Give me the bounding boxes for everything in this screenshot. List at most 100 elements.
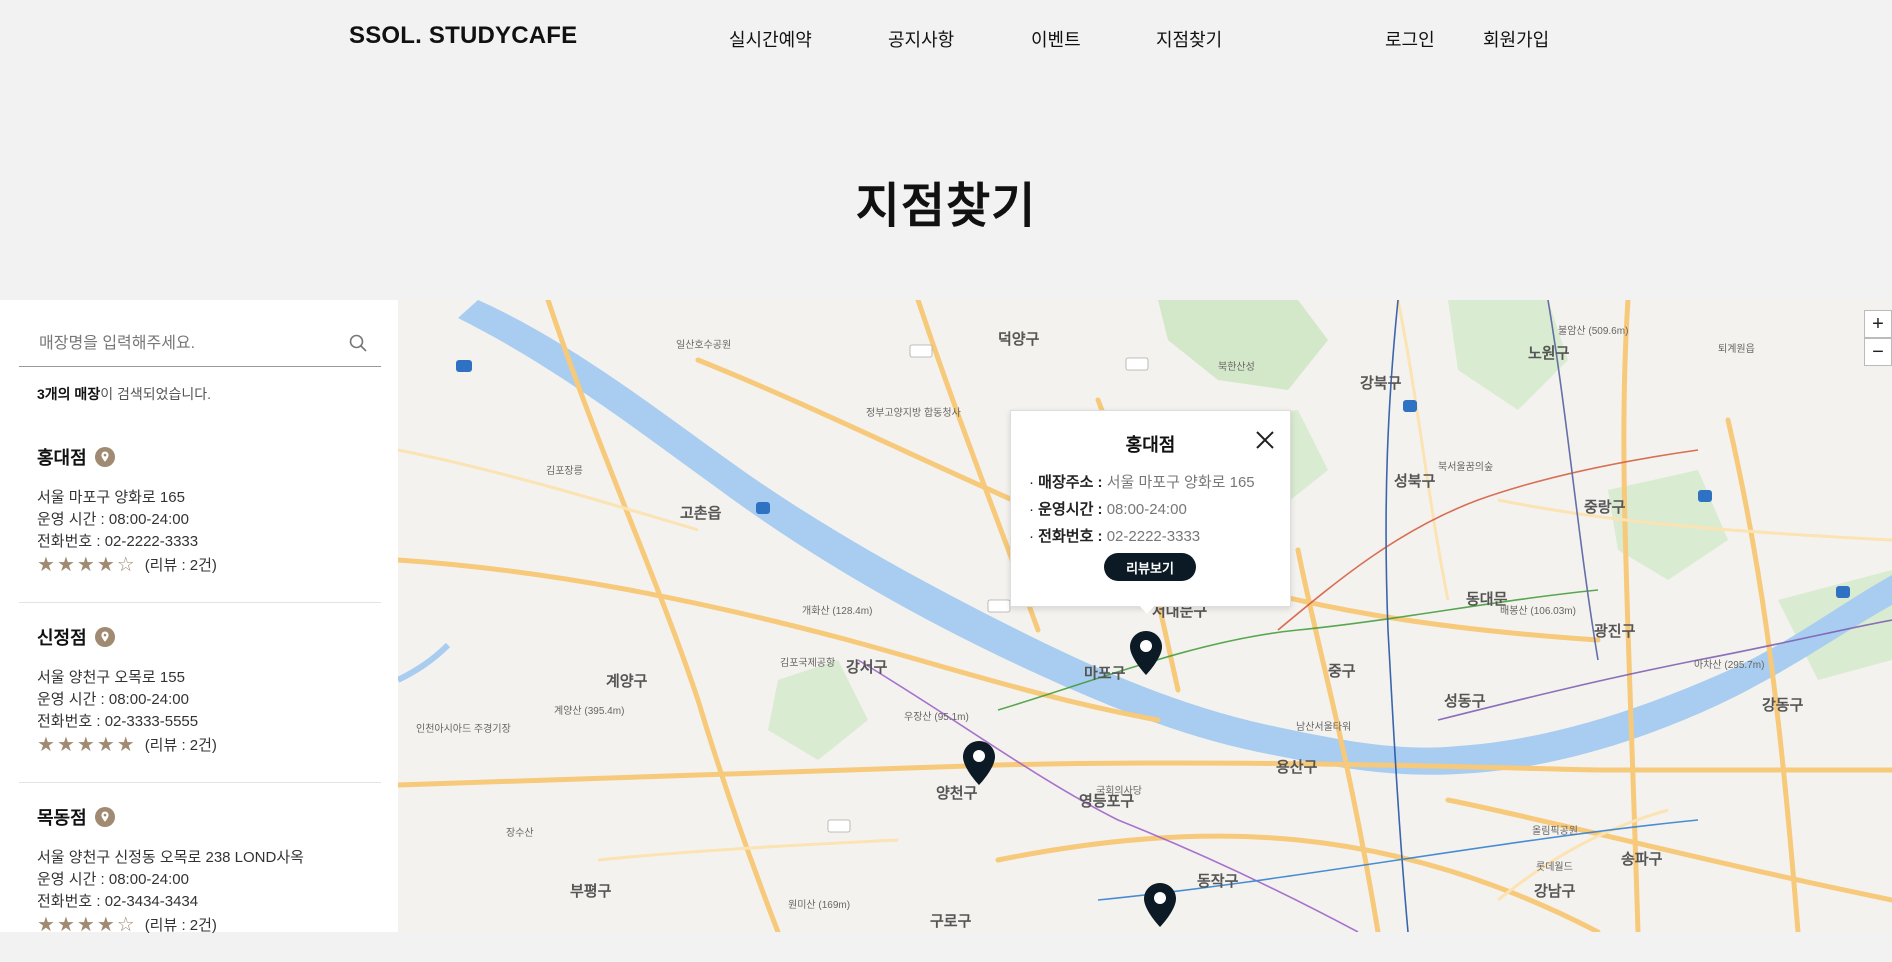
star-filled-icon: ★ [56, 733, 75, 756]
map-place-label: 올림픽공원 [1532, 826, 1578, 837]
store-name[interactable]: 홍대점 [37, 444, 87, 470]
star-filled-icon: ★ [116, 733, 135, 756]
star-filled-icon: ★ [37, 733, 55, 756]
star-filled-icon: ★ [56, 553, 75, 576]
map-place-label: 김포국제공항 [780, 658, 836, 669]
map-place-label: 개화산 (128.4m) [802, 606, 873, 617]
map-district-label: 용산구 [1276, 759, 1318, 776]
popup-phone-label: 전화번호 : [1038, 528, 1103, 545]
store-rating: ★ ★ ★ ★ ☆ (리뷰 : 2건) [37, 554, 217, 575]
map-district-label: 강서구 [846, 659, 888, 676]
map-place-label: 정부고양지방 합동청사 [866, 408, 961, 419]
store-name[interactable]: 신정점 [37, 624, 87, 650]
popup-address: · 매장주소 : 서울 마포구 양화로 165 [1029, 474, 1255, 491]
map-place-label: 북서울꿈의숲 [1438, 462, 1494, 473]
store-search-input[interactable] [37, 330, 341, 358]
star-filled-icon: ★ [76, 733, 95, 756]
store-hours: 운영 시간 : 08:00-24:00 [37, 691, 189, 708]
map-place-label: 계양산 (395.4m) [554, 706, 625, 717]
close-icon[interactable] [1254, 429, 1276, 451]
zoom-out-button[interactable]: − [1864, 338, 1892, 366]
map-canvas [398, 300, 1892, 932]
store-item[interactable]: 신정점 서울 양천구 오목로 155 운영 시간 : 08:00-24:00 전… [19, 602, 381, 783]
store-address: 서울 양천구 오목로 155 [37, 669, 185, 686]
store-phone: 전화번호 : 02-3333-5555 [37, 713, 199, 730]
star-filled-icon: ★ [96, 733, 115, 756]
result-count: 3개의 매장이 검색되었습니다. [37, 384, 211, 404]
store-name[interactable]: 목동점 [37, 804, 87, 830]
popup-hours-value: 08:00-24:00 [1106, 501, 1187, 518]
map-place-label: 김포장릉 [546, 466, 583, 477]
store-phone: 전화번호 : 02-3434-3434 [37, 893, 199, 910]
popup-phone: · 전화번호 : 02-2222-3333 [1029, 528, 1201, 545]
map-district-label: 송파구 [1621, 851, 1663, 868]
page-title: 지점찾기 [855, 180, 1037, 233]
store-info-popup: 홍대점 · 매장주소 : 서울 마포구 양화로 165 · 운영시간 : 08:… [1010, 410, 1291, 607]
map-marker-hongdae[interactable] [1129, 630, 1163, 676]
nav-realtime-reservation[interactable]: 실시간예약 [729, 26, 812, 52]
store-item[interactable]: 홍대점 서울 마포구 양화로 165 운영 시간 : 08:00-24:00 전… [19, 422, 381, 603]
map-district-label: 강동구 [1762, 697, 1804, 714]
site-logo[interactable]: SSOL. STUDYCAFE [349, 22, 577, 50]
map-district-label: 부평구 [570, 883, 612, 900]
map-place-label: 퇴계원읍 [1718, 344, 1755, 355]
map-district-label: 광진구 [1594, 623, 1636, 640]
map-district-label: 중랑구 [1584, 499, 1626, 516]
map-district-label: 성북구 [1394, 473, 1436, 490]
map-place-label: 남산서울타워 [1296, 722, 1352, 733]
search-icon[interactable] [349, 334, 367, 352]
store-address: 서울 마포구 양화로 165 [37, 489, 185, 506]
store-review-count: (리뷰 : 2건) [144, 557, 217, 574]
nav-notice[interactable]: 공지사항 [888, 26, 954, 52]
nav-store-finder[interactable]: 지점찾기 [1156, 26, 1222, 52]
store-list-panel: 3개의 매장이 검색되었습니다. 홍대점 서울 마포구 양화로 165 운영 시… [0, 300, 398, 935]
map-district-label: 덕양구 [998, 331, 1040, 348]
star-filled-icon: ★ [76, 553, 95, 576]
map-district-label: 중구 [1328, 663, 1356, 680]
store-name-row: 신정점 [37, 624, 115, 650]
map-marker-mokdong[interactable] [1143, 882, 1177, 928]
map-district-label: 강남구 [1534, 883, 1576, 900]
star-empty-icon: ☆ [116, 553, 135, 576]
result-count-text: 이 검색되었습니다. [100, 386, 212, 402]
map-district-label: 성동구 [1444, 693, 1486, 710]
store-phone: 전화번호 : 02-2222-3333 [37, 533, 199, 550]
map-place-label: 불암산 (509.6m) [1558, 326, 1629, 337]
popup-address-label: 매장주소 : [1038, 474, 1103, 491]
zoom-in-button[interactable]: + [1864, 310, 1892, 338]
store-hours: 운영 시간 : 08:00-24:00 [37, 871, 189, 888]
map-district-label: 동작구 [1197, 873, 1239, 890]
store-rating: ★ ★ ★ ★ ★ (리뷰 : 2건) [37, 734, 217, 755]
store-map[interactable]: + − 덕양구 노원구 강북구 성북구 동대문 중랑구 서대문구 마포구 중구 … [398, 300, 1892, 932]
popup-hours: · 운영시간 : 08:00-24:00 [1029, 501, 1187, 518]
map-district-label: 계양구 [606, 673, 648, 690]
map-district-label: 마포구 [1084, 665, 1126, 682]
signup-link[interactable]: 회원가입 [1483, 26, 1549, 52]
site-header: SSOL. STUDYCAFE 실시간예약 공지사항 이벤트 지점찾기 로그인 … [0, 0, 1892, 75]
map-place-label: 배봉산 (106.03m) [1500, 606, 1576, 617]
result-count-number: 3개의 매장 [37, 386, 101, 402]
popup-address-value: 서울 마포구 양화로 165 [1106, 474, 1255, 491]
popup-hours-label: 운영시간 : [1038, 501, 1103, 518]
map-place-label: 북한산성 [1218, 362, 1255, 373]
location-pin-icon[interactable] [94, 627, 115, 647]
map-district-label: 노원구 [1528, 345, 1570, 362]
map-place-label: 장수산 [506, 828, 534, 839]
store-address: 서울 양천구 신정동 오목로 238 LOND사옥 [37, 849, 304, 866]
star-filled-icon: ★ [96, 553, 115, 576]
map-place-label: 아차산 (295.7m) [1694, 660, 1765, 671]
map-place-label: 국회의사당 [1096, 786, 1142, 797]
store-item[interactable]: 목동점 서울 양천구 신정동 오목로 238 LOND사옥 운영 시간 : 08… [19, 782, 381, 962]
nav-event[interactable]: 이벤트 [1031, 26, 1081, 52]
location-pin-icon[interactable] [94, 447, 115, 467]
map-district-label: 고촌읍 [680, 505, 722, 522]
map-place-label: 우장산 (95.1m) [904, 712, 969, 723]
map-district-label: 강북구 [1360, 375, 1402, 392]
map-marker-sinjeong[interactable] [962, 740, 996, 786]
login-link[interactable]: 로그인 [1385, 26, 1435, 52]
map-place-label: 일산호수공원 [676, 340, 732, 351]
map-place-label: 롯데월드 [1536, 862, 1573, 873]
view-reviews-button[interactable]: 리뷰보기 [1104, 553, 1196, 581]
store-review-count: (리뷰 : 2건) [144, 737, 217, 754]
location-pin-icon[interactable] [94, 807, 115, 827]
